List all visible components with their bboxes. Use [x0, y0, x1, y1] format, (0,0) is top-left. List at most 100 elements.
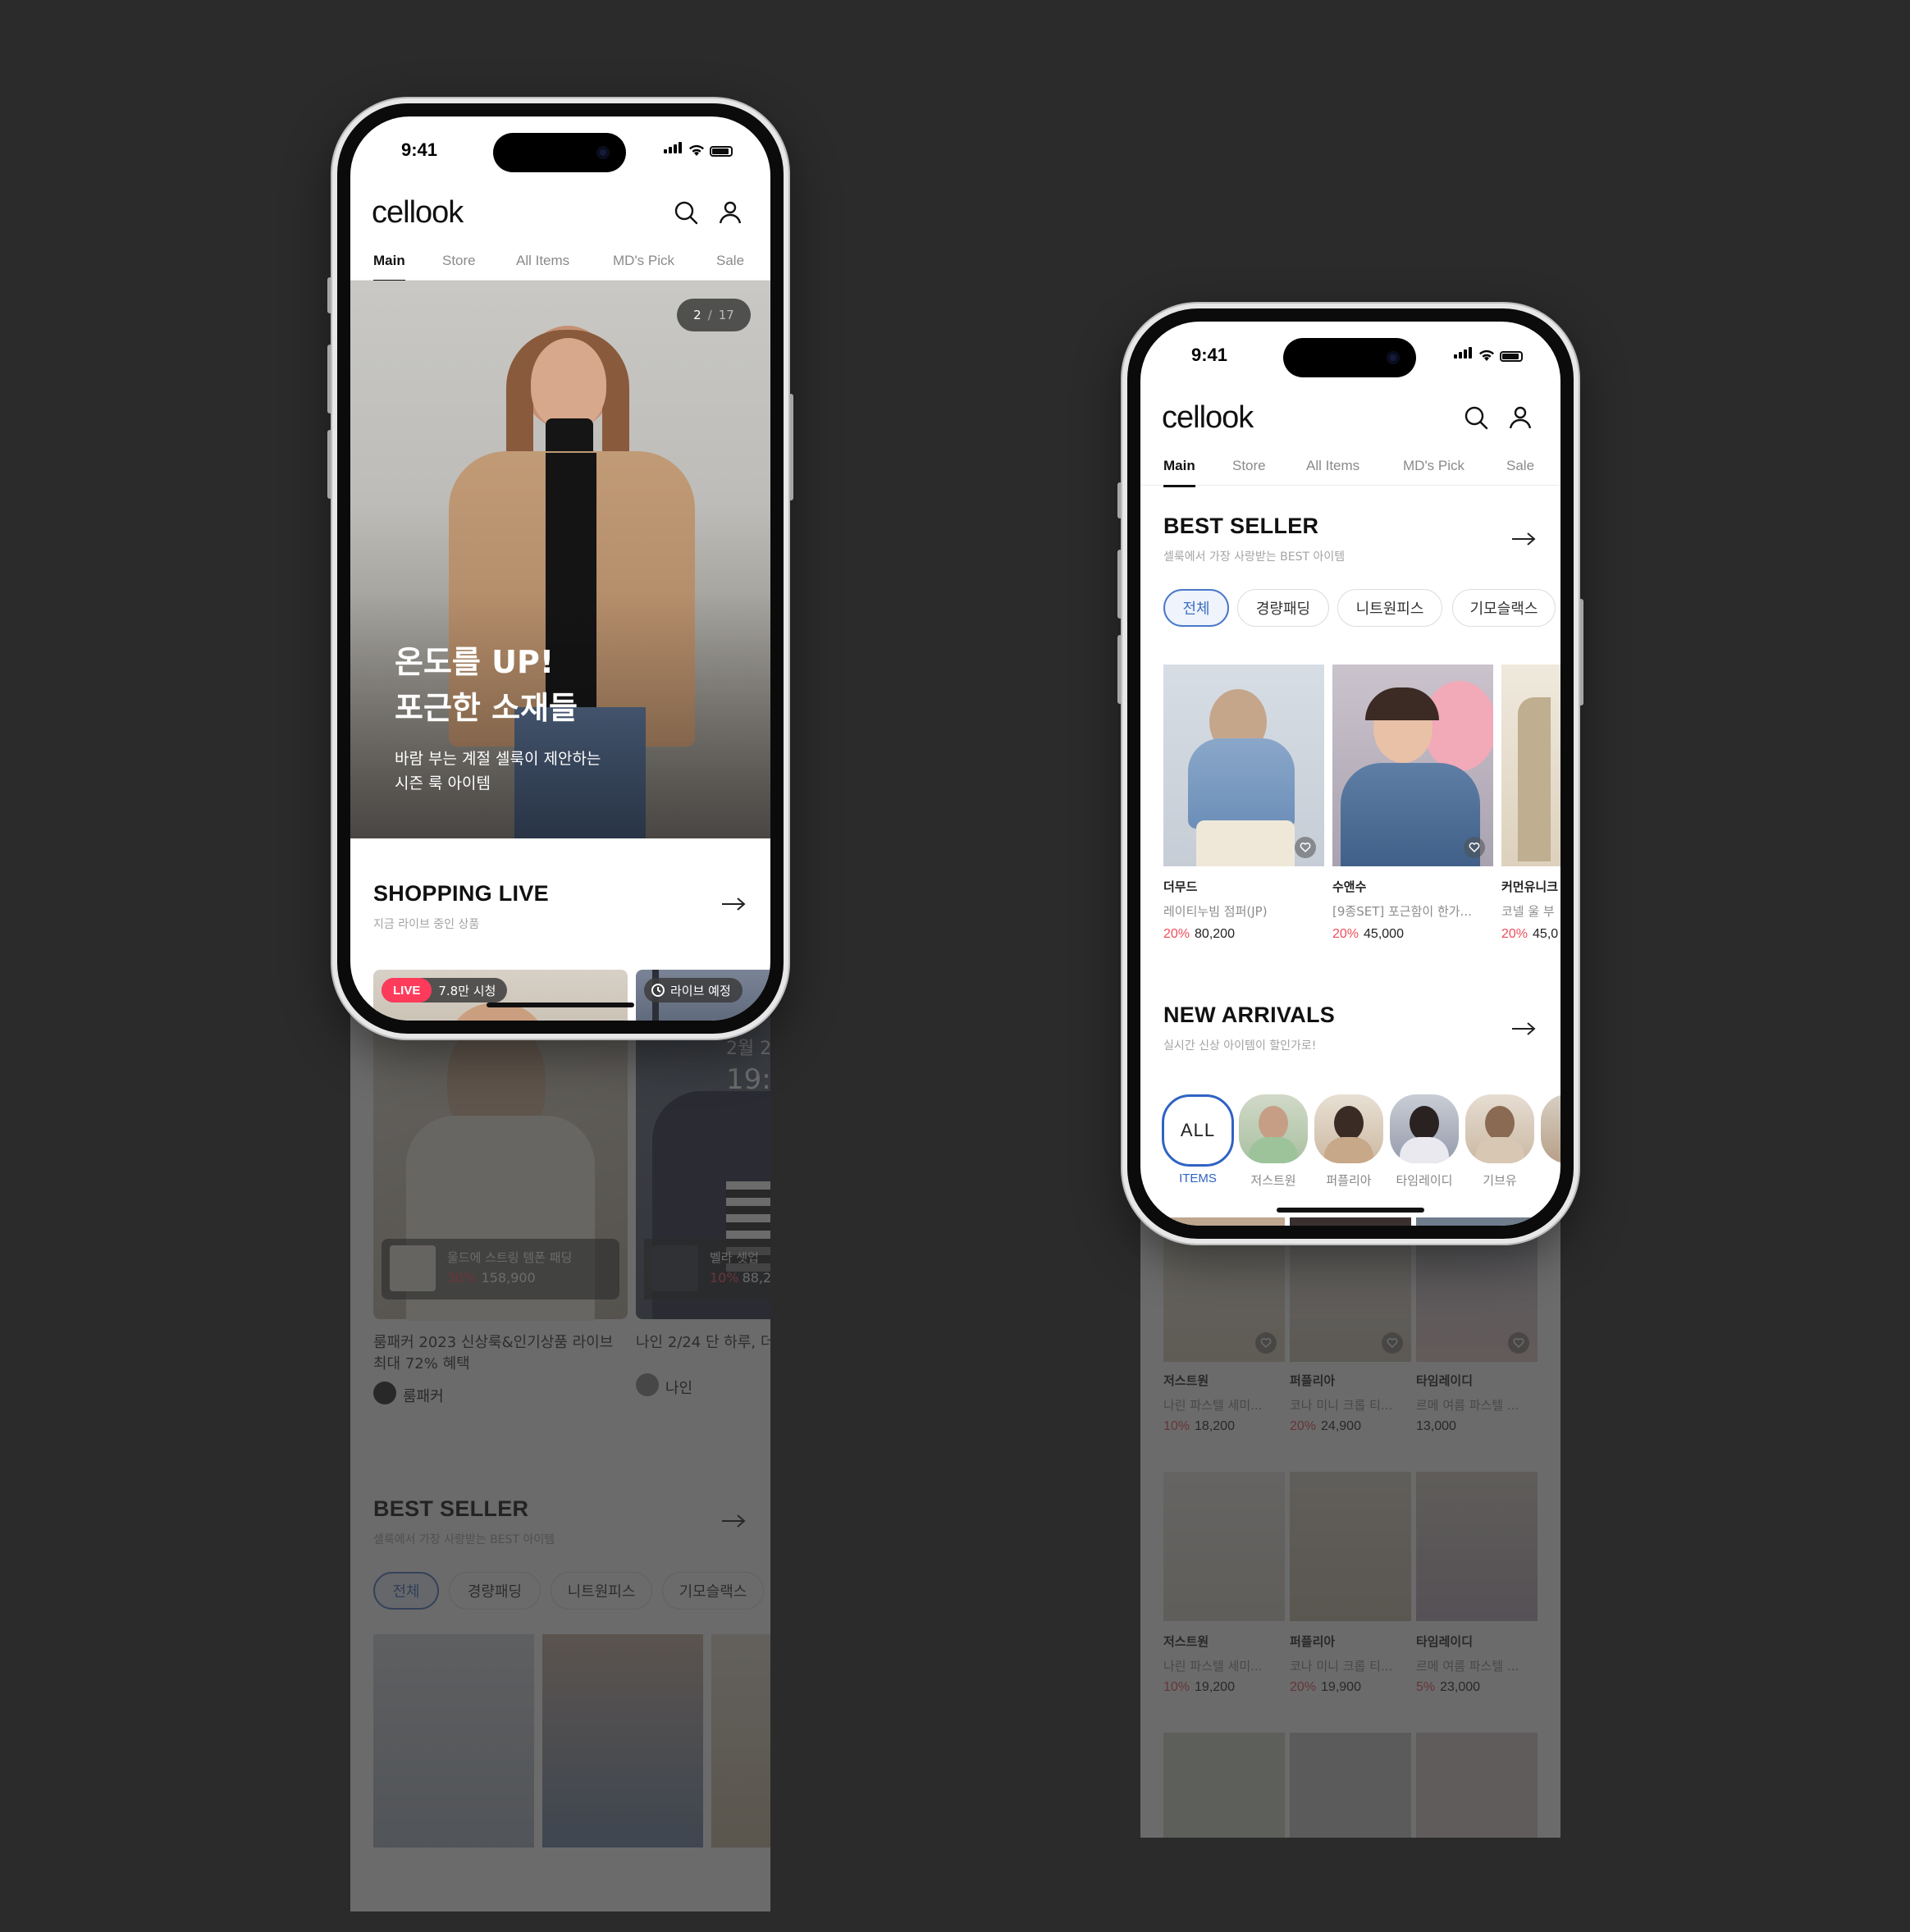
grid-price: 20% 19,900	[1290, 1680, 1361, 1695]
tab-store[interactable]: Store	[442, 253, 476, 269]
live-card-2-top[interactable]: 라이브 예정	[636, 970, 770, 1021]
chip-fleece-slacks-left[interactable]: 기모슬랙스	[662, 1572, 764, 1610]
heart-icon[interactable]	[1464, 837, 1485, 858]
live-card-1[interactable]: 울드에 스트링 템폰 패딩 30% 158,900	[373, 993, 628, 1321]
store-name-2: 나인	[665, 1380, 693, 1397]
arrow-right-icon[interactable]	[1511, 1021, 1536, 1037]
app-logo[interactable]: cellook	[1162, 400, 1254, 436]
store-name-1: 룸패커	[403, 1388, 444, 1405]
arrow-right-icon[interactable]	[721, 896, 746, 912]
product-image[interactable]	[1163, 1472, 1285, 1621]
dynamic-island	[1283, 338, 1416, 377]
home-indicator	[1277, 1208, 1424, 1213]
product-image[interactable]	[1416, 1217, 1538, 1226]
product-price-value: 45,0	[1533, 927, 1559, 941]
chip-light-padding[interactable]: 경량패딩	[1237, 589, 1329, 627]
product-image[interactable]	[1290, 1217, 1411, 1226]
grid-discount: 20%	[1290, 1419, 1317, 1433]
battery-icon	[710, 146, 733, 157]
product-image[interactable]	[711, 1634, 770, 1848]
product-image[interactable]	[1416, 1472, 1538, 1621]
live-card-2[interactable]: 2월 2 19: 벨라 셋업 10% 88,2	[636, 993, 770, 1319]
tab-all-items[interactable]: All Items	[1306, 458, 1359, 474]
status-bar: 9:41	[1140, 322, 1560, 379]
search-icon[interactable]	[1462, 404, 1490, 432]
product-image[interactable]	[1416, 1733, 1538, 1838]
store-avatar[interactable]	[1465, 1094, 1534, 1163]
heart-icon[interactable]	[1382, 1332, 1403, 1354]
live-product-name: 울드에 스트링 템폰 패딩	[447, 1250, 573, 1265]
search-icon[interactable]	[672, 199, 700, 226]
chip-fleece-slacks[interactable]: 기모슬랙스	[1452, 589, 1556, 627]
store-caption: 저스트원	[1250, 1173, 1296, 1188]
chip-knit-dress-left[interactable]: 니트원피스	[551, 1572, 652, 1610]
chip-knit-dress[interactable]: 니트원피스	[1337, 589, 1442, 627]
user-icon[interactable]	[1506, 404, 1534, 432]
tab-mds-pick[interactable]: MD's Pick	[613, 253, 674, 269]
banner-sep: /	[707, 308, 712, 322]
best-seller-title: BEST SELLER	[1163, 514, 1319, 538]
chip-light-padding-left[interactable]: 경량패딩	[449, 1572, 541, 1610]
product-image[interactable]	[373, 1634, 534, 1848]
product-image[interactable]	[1163, 665, 1324, 866]
store-avatar[interactable]	[1390, 1094, 1459, 1163]
grid-price: 10% 18,200	[1163, 1419, 1235, 1434]
heart-icon[interactable]	[1508, 1332, 1529, 1354]
chip-all[interactable]: 전체	[1163, 589, 1229, 627]
dynamic-island	[493, 133, 626, 172]
app-logo[interactable]: cellook	[372, 195, 464, 231]
product-price: 20% 45,0	[1501, 927, 1558, 942]
tab-main[interactable]: Main	[373, 253, 405, 282]
product-image[interactable]	[1163, 1217, 1285, 1226]
store-all-button[interactable]: ALL	[1162, 1094, 1234, 1167]
grid-price-value: 19,200	[1195, 1680, 1235, 1694]
store-avatar[interactable]	[1239, 1094, 1308, 1163]
product-image[interactable]	[1332, 665, 1493, 866]
arrow-right-icon[interactable]	[721, 1513, 746, 1529]
app-header: cellook	[1140, 395, 1560, 441]
tab-sale[interactable]: Sale	[716, 253, 744, 269]
store-avatar[interactable]	[1314, 1094, 1383, 1163]
product-image[interactable]	[1290, 1472, 1411, 1621]
grid-price-value: 19,900	[1321, 1680, 1361, 1694]
user-icon[interactable]	[716, 199, 744, 226]
product-brand: 수앤수	[1332, 879, 1367, 894]
product-image[interactable]	[542, 1634, 703, 1848]
grid-price: 13,000	[1416, 1419, 1456, 1434]
grid-brand: 저스트원	[1163, 1373, 1209, 1388]
tab-sale[interactable]: Sale	[1506, 458, 1534, 474]
left-phone: 울드에 스트링 템폰 패딩 30% 158,900 2월 2 19: 벨라 셋업 …	[327, 98, 793, 1911]
best-seller-title-left: BEST SELLER	[373, 1496, 529, 1521]
status-time: 9:41	[1191, 345, 1228, 365]
grid-name: 코나 미니 크롭 티...	[1290, 1659, 1393, 1674]
tab-mds-pick[interactable]: MD's Pick	[1403, 458, 1464, 474]
grid-brand: 퍼플리아	[1290, 1373, 1336, 1388]
live-product-discount-2: 10%	[710, 1270, 739, 1286]
store-avatar[interactable]	[1541, 1094, 1560, 1163]
tab-store[interactable]: Store	[1232, 458, 1266, 474]
store-avatar-1	[373, 1382, 396, 1404]
store-caption: 기브유	[1483, 1173, 1517, 1188]
chip-all-left[interactable]: 전체	[373, 1572, 439, 1610]
arrow-right-icon[interactable]	[1511, 531, 1536, 547]
product-discount: 20%	[1163, 927, 1190, 941]
grid-price-value: 18,200	[1195, 1419, 1235, 1433]
grid-brand: 저스트원	[1163, 1634, 1209, 1649]
store-all-caption: ITEMS	[1179, 1172, 1217, 1185]
live-viewers: 7.8만 시청	[438, 983, 496, 998]
signal-icon	[664, 141, 683, 157]
product-image[interactable]	[1501, 665, 1560, 866]
grid-discount: 20%	[1290, 1680, 1317, 1694]
side-button	[1579, 599, 1583, 706]
live-card-1-top[interactable]: LIVE 7.8만 시청	[373, 970, 628, 1021]
wifi-icon	[1479, 349, 1494, 361]
product-image[interactable]	[1290, 1733, 1411, 1838]
tab-main[interactable]: Main	[1163, 458, 1195, 487]
heart-icon[interactable]	[1255, 1332, 1277, 1354]
product-image[interactable]	[1163, 1733, 1285, 1838]
tab-all-items[interactable]: All Items	[516, 253, 569, 269]
product-price: 20% 45,000	[1332, 927, 1404, 942]
hero-banner[interactable]: 2 / 17 온도를 UP! 포근한 소재들 바람 부는 계절 셀룩이 제안하는…	[350, 281, 770, 838]
product-price-value: 45,000	[1364, 927, 1404, 941]
heart-icon[interactable]	[1295, 837, 1316, 858]
